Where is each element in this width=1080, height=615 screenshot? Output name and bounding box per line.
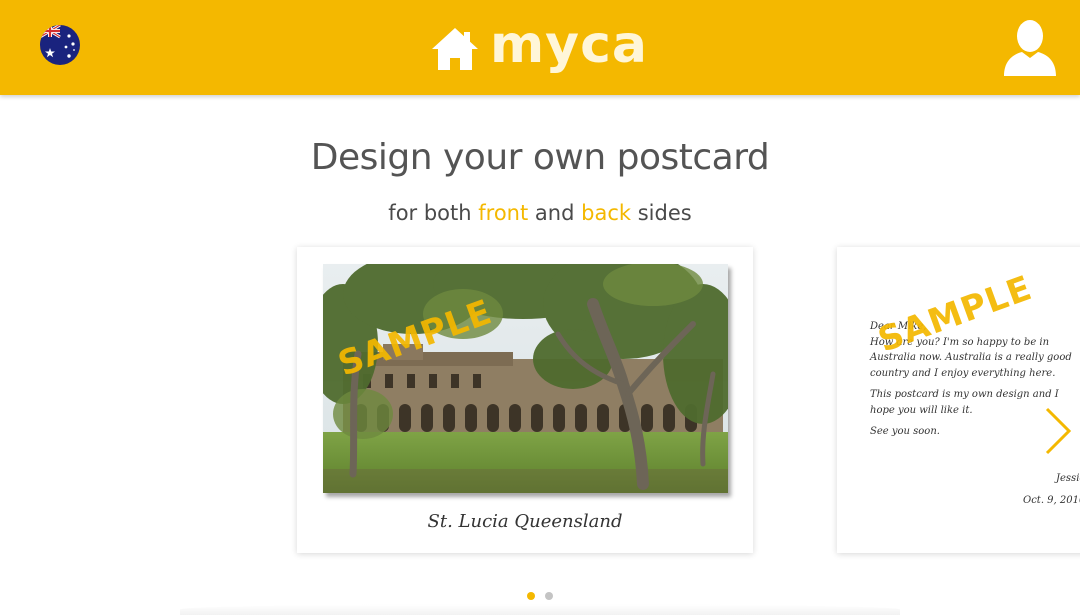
subtitle-front-highlight: front (478, 201, 529, 225)
message-signature: Jessie (1056, 473, 1080, 484)
postcard-caption: St. Lucia Queensland (427, 511, 623, 532)
brand-wordmark: myca (490, 15, 648, 75)
australia-flag-icon[interactable] (40, 25, 80, 65)
carousel-pagination (0, 592, 1080, 600)
pagination-dot-2[interactable] (545, 592, 553, 600)
pagination-dot-1[interactable] (527, 592, 535, 600)
bottom-shadow (180, 604, 900, 615)
house-icon (432, 28, 478, 70)
user-icon[interactable] (1002, 18, 1058, 76)
chevron-right-icon[interactable] (1043, 407, 1073, 455)
subtitle-prefix: for both (388, 201, 472, 225)
message-date: Oct. 9, 2016 (1023, 495, 1080, 506)
subtitle-and: and (534, 201, 575, 225)
postcard-front-card[interactable]: SAMPLE St. Lucia Queensland (297, 247, 753, 553)
myca-logo[interactable]: myca (430, 18, 648, 80)
subtitle-back-highlight: back (581, 201, 632, 225)
top-bar: myca (0, 0, 1080, 95)
page: myca Design your own postcard for both f… (0, 0, 1080, 615)
postcard-photo (323, 264, 728, 493)
page-subtitle: for both front and back sides (0, 201, 1080, 225)
postcard-back-card[interactable]: Dear Mike, How are you? I'm so happy to … (837, 247, 1080, 553)
page-title: Design your own postcard (310, 137, 770, 178)
subtitle-suffix: sides (637, 201, 692, 225)
